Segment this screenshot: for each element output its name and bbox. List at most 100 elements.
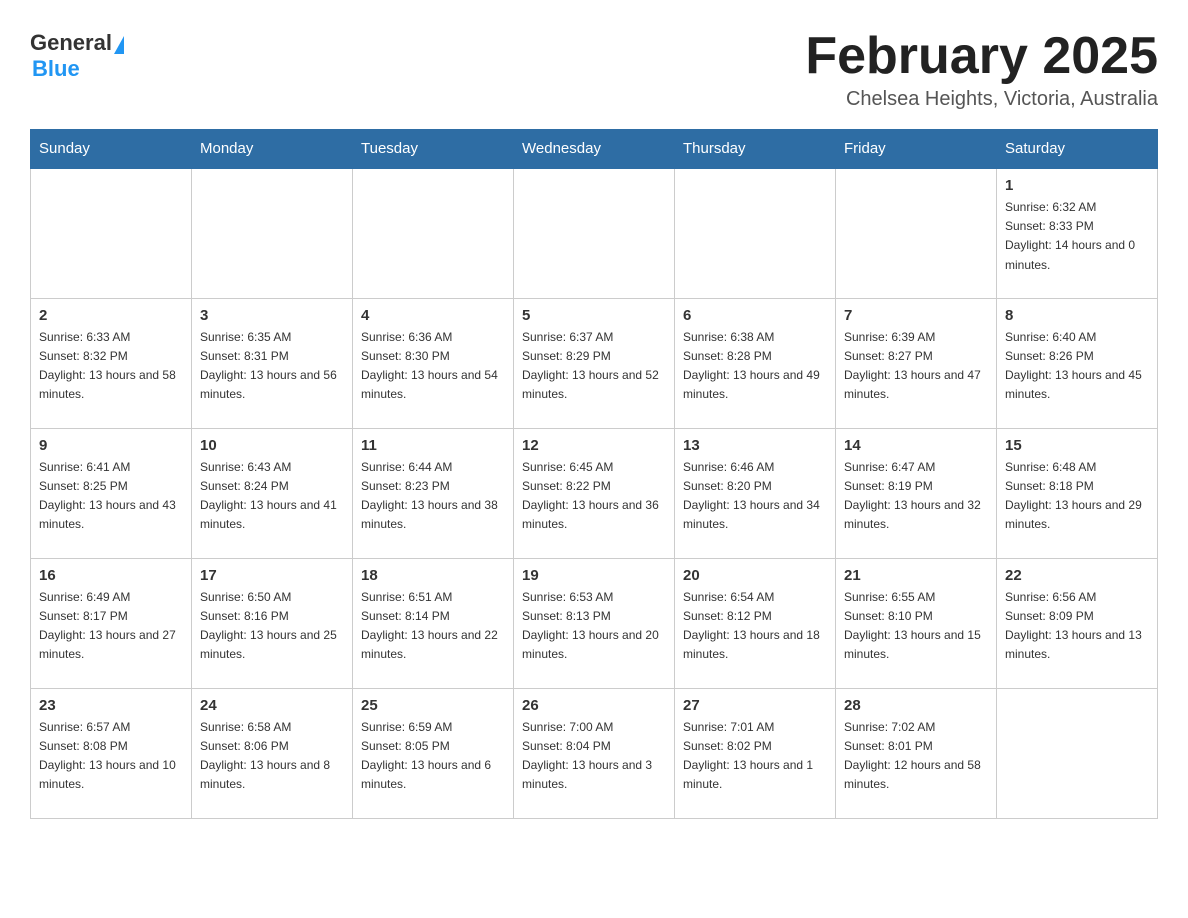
day-info: Sunrise: 7:01 AMSunset: 8:02 PMDaylight:… xyxy=(683,718,827,795)
day-info: Sunrise: 6:43 AMSunset: 8:24 PMDaylight:… xyxy=(200,458,344,535)
weekday-header-friday: Friday xyxy=(836,130,997,169)
day-info: Sunrise: 6:44 AMSunset: 8:23 PMDaylight:… xyxy=(361,458,505,535)
day-number: 26 xyxy=(522,697,666,714)
weekday-header-sunday: Sunday xyxy=(31,130,192,169)
calendar-cell: 16Sunrise: 6:49 AMSunset: 8:17 PMDayligh… xyxy=(31,558,192,688)
day-info: Sunrise: 6:53 AMSunset: 8:13 PMDaylight:… xyxy=(522,588,666,665)
day-info: Sunrise: 6:36 AMSunset: 8:30 PMDaylight:… xyxy=(361,328,505,405)
day-info: Sunrise: 6:48 AMSunset: 8:18 PMDaylight:… xyxy=(1005,458,1149,535)
calendar-cell: 26 Sunrise: 7:00 AMSunset: 8:04 PMDayligh… xyxy=(514,688,675,818)
calendar-cell xyxy=(836,168,997,298)
day-number: 22 xyxy=(1005,567,1149,584)
day-number: 16 xyxy=(39,567,183,584)
day-number: 10 xyxy=(200,437,344,454)
day-info: Sunrise: 6:40 AMSunset: 8:26 PMDaylight:… xyxy=(1005,328,1149,405)
day-number: 2 xyxy=(39,307,183,324)
calendar-cell: 13 Sunrise: 6:46 AMSunset: 8:20 PMDayligh… xyxy=(675,428,836,558)
calendar-week-row: 16Sunrise: 6:49 AMSunset: 8:17 PMDayligh… xyxy=(31,558,1158,688)
day-info: Sunrise: 6:38 AMSunset: 8:28 PMDaylight:… xyxy=(683,328,827,405)
day-number: 11 xyxy=(361,437,505,454)
calendar-cell: 15Sunrise: 6:48 AMSunset: 8:18 PMDayligh… xyxy=(997,428,1158,558)
day-number: 27 xyxy=(683,697,827,714)
day-number: 21 xyxy=(844,567,988,584)
calendar-cell xyxy=(675,168,836,298)
day-info: Sunrise: 6:33 AMSunset: 8:32 PMDaylight:… xyxy=(39,328,183,405)
logo-triangle-icon xyxy=(114,36,124,54)
calendar-cell: 3Sunrise: 6:35 AMSunset: 8:31 PMDaylight… xyxy=(192,298,353,428)
day-info: Sunrise: 6:39 AMSunset: 8:27 PMDaylight:… xyxy=(844,328,988,405)
day-info: Sunrise: 6:47 AMSunset: 8:19 PMDaylight:… xyxy=(844,458,988,535)
calendar-cell: 23Sunrise: 6:57 AMSunset: 8:08 PMDayligh… xyxy=(31,688,192,818)
day-info: Sunrise: 6:37 AMSunset: 8:29 PMDaylight:… xyxy=(522,328,666,405)
calendar-cell: 28 Sunrise: 7:02 AMSunset: 8:01 PMDayligh… xyxy=(836,688,997,818)
weekday-header-saturday: Saturday xyxy=(997,130,1158,169)
day-info: Sunrise: 6:51 AMSunset: 8:14 PMDaylight:… xyxy=(361,588,505,665)
day-number: 24 xyxy=(200,697,344,714)
calendar-cell: 21 Sunrise: 6:55 AMSunset: 8:10 PMDayligh… xyxy=(836,558,997,688)
calendar-cell: 4 Sunrise: 6:36 AMSunset: 8:30 PMDaylight… xyxy=(353,298,514,428)
calendar-body: 1Sunrise: 6:32 AMSunset: 8:33 PMDaylight… xyxy=(31,168,1158,818)
calendar-cell xyxy=(514,168,675,298)
day-number: 9 xyxy=(39,437,183,454)
logo-blue-text: Blue xyxy=(32,56,80,81)
day-number: 8 xyxy=(1005,307,1149,324)
day-info: Sunrise: 6:54 AMSunset: 8:12 PMDaylight:… xyxy=(683,588,827,665)
day-number: 13 xyxy=(683,437,827,454)
day-number: 4 xyxy=(361,307,505,324)
day-number: 7 xyxy=(844,307,988,324)
day-info: Sunrise: 7:00 AMSunset: 8:04 PMDaylight:… xyxy=(522,718,666,795)
day-number: 28 xyxy=(844,697,988,714)
day-number: 12 xyxy=(522,437,666,454)
day-number: 20 xyxy=(683,567,827,584)
day-info: Sunrise: 6:56 AMSunset: 8:09 PMDaylight:… xyxy=(1005,588,1149,665)
calendar-cell: 25Sunrise: 6:59 AMSunset: 8:05 PMDayligh… xyxy=(353,688,514,818)
day-info: Sunrise: 6:32 AMSunset: 8:33 PMDaylight:… xyxy=(1005,198,1149,275)
calendar-cell xyxy=(353,168,514,298)
logo-general-text: General xyxy=(30,30,112,56)
calendar-cell: 20 Sunrise: 6:54 AMSunset: 8:12 PMDayligh… xyxy=(675,558,836,688)
calendar-cell: 27 Sunrise: 7:01 AMSunset: 8:02 PMDayligh… xyxy=(675,688,836,818)
page-header: General Blue February 2025 Chelsea Heigh… xyxy=(30,30,1158,111)
weekday-header-row: SundayMondayTuesdayWednesdayThursdayFrid… xyxy=(31,130,1158,169)
calendar-cell: 11 Sunrise: 6:44 AMSunset: 8:23 PMDayligh… xyxy=(353,428,514,558)
calendar-cell xyxy=(192,168,353,298)
weekday-header-thursday: Thursday xyxy=(675,130,836,169)
calendar-cell: 14 Sunrise: 6:47 AMSunset: 8:19 PMDayligh… xyxy=(836,428,997,558)
calendar-table: SundayMondayTuesdayWednesdayThursdayFrid… xyxy=(30,129,1158,819)
calendar-cell: 24 Sunrise: 6:58 AMSunset: 8:06 PMDayligh… xyxy=(192,688,353,818)
calendar-cell: 19 Sunrise: 6:53 AMSunset: 8:13 PMDayligh… xyxy=(514,558,675,688)
day-info: Sunrise: 6:50 AMSunset: 8:16 PMDaylight:… xyxy=(200,588,344,665)
calendar-week-row: 1Sunrise: 6:32 AMSunset: 8:33 PMDaylight… xyxy=(31,168,1158,298)
calendar-cell: 9Sunrise: 6:41 AMSunset: 8:25 PMDaylight… xyxy=(31,428,192,558)
calendar-week-row: 9Sunrise: 6:41 AMSunset: 8:25 PMDaylight… xyxy=(31,428,1158,558)
day-info: Sunrise: 6:58 AMSunset: 8:06 PMDaylight:… xyxy=(200,718,344,795)
day-info: Sunrise: 6:55 AMSunset: 8:10 PMDaylight:… xyxy=(844,588,988,665)
weekday-header-monday: Monday xyxy=(192,130,353,169)
title-section: February 2025 Chelsea Heights, Victoria,… xyxy=(805,30,1158,111)
calendar-cell: 10 Sunrise: 6:43 AMSunset: 8:24 PMDayligh… xyxy=(192,428,353,558)
calendar-cell: 12Sunrise: 6:45 AMSunset: 8:22 PMDayligh… xyxy=(514,428,675,558)
day-number: 14 xyxy=(844,437,988,454)
calendar-cell: 7 Sunrise: 6:39 AMSunset: 8:27 PMDaylight… xyxy=(836,298,997,428)
calendar-cell: 5 Sunrise: 6:37 AMSunset: 8:29 PMDaylight… xyxy=(514,298,675,428)
calendar-cell: 6 Sunrise: 6:38 AMSunset: 8:28 PMDaylight… xyxy=(675,298,836,428)
weekday-header-tuesday: Tuesday xyxy=(353,130,514,169)
day-info: Sunrise: 6:57 AMSunset: 8:08 PMDaylight:… xyxy=(39,718,183,795)
calendar-cell: 1Sunrise: 6:32 AMSunset: 8:33 PMDaylight… xyxy=(997,168,1158,298)
day-number: 5 xyxy=(522,307,666,324)
day-number: 19 xyxy=(522,567,666,584)
calendar-cell: 18 Sunrise: 6:51 AMSunset: 8:14 PMDayligh… xyxy=(353,558,514,688)
calendar-cell: 2 Sunrise: 6:33 AMSunset: 8:32 PMDaylight… xyxy=(31,298,192,428)
day-info: Sunrise: 6:59 AMSunset: 8:05 PMDaylight:… xyxy=(361,718,505,795)
day-number: 17 xyxy=(200,567,344,584)
calendar-week-row: 2 Sunrise: 6:33 AMSunset: 8:32 PMDaylight… xyxy=(31,298,1158,428)
day-info: Sunrise: 7:02 AMSunset: 8:01 PMDaylight:… xyxy=(844,718,988,795)
day-number: 18 xyxy=(361,567,505,584)
calendar-week-row: 23Sunrise: 6:57 AMSunset: 8:08 PMDayligh… xyxy=(31,688,1158,818)
day-info: Sunrise: 6:46 AMSunset: 8:20 PMDaylight:… xyxy=(683,458,827,535)
day-number: 6 xyxy=(683,307,827,324)
calendar-cell: 17 Sunrise: 6:50 AMSunset: 8:16 PMDayligh… xyxy=(192,558,353,688)
calendar-header: SundayMondayTuesdayWednesdayThursdayFrid… xyxy=(31,130,1158,169)
logo: General Blue xyxy=(30,30,126,82)
calendar-cell: 22 Sunrise: 6:56 AMSunset: 8:09 PMDayligh… xyxy=(997,558,1158,688)
